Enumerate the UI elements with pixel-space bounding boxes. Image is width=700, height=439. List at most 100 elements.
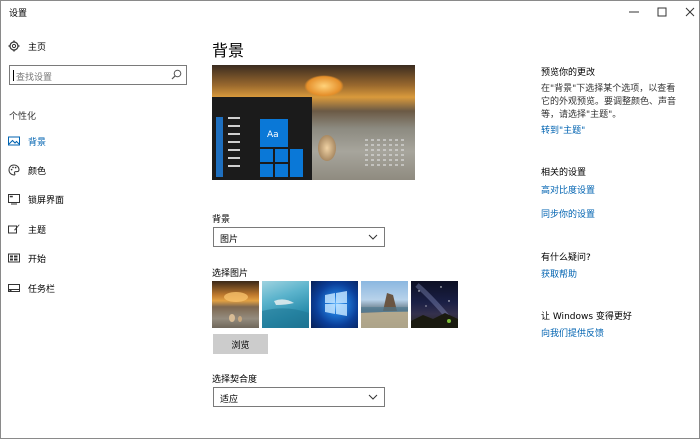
lock-screen-icon [8, 193, 20, 205]
preview-tile [260, 164, 273, 177]
windows-light-thumbnail-image [325, 291, 347, 316]
search-input[interactable]: 查找设置 [9, 65, 187, 85]
sidebar-item-themes[interactable]: 主题 [8, 220, 46, 238]
sidebar-item-lock-screen[interactable]: 锁屏界面 [8, 190, 64, 208]
improve-windows-heading: 让 Windows 变得更好 [541, 312, 632, 322]
preview-menu-line [228, 149, 240, 151]
preview-calendar-cell [383, 154, 386, 156]
get-help-link[interactable]: 获取帮助 [541, 267, 577, 280]
high-contrast-link[interactable]: 高对比度设置 [541, 183, 595, 196]
picture-thumbnail-swimmer[interactable] [262, 281, 309, 328]
preview-calendar-cell [383, 164, 386, 166]
sidebar-item-label: 任务栏 [28, 284, 56, 295]
preview-calendar-cell [395, 164, 398, 166]
go-to-themes-link[interactable]: 转到"主题" [541, 123, 585, 136]
background-label: 背景 [212, 215, 231, 225]
preview-calendar-cell [395, 159, 398, 161]
home-nav[interactable]: 主页 [8, 37, 46, 55]
preview-app-list [216, 117, 223, 177]
sidebar-item-taskbar[interactable]: 任务栏 [8, 279, 55, 297]
close-button[interactable] [675, 1, 700, 23]
sidebar-item-label: 主题 [28, 225, 47, 236]
preview-calendar-cell [371, 149, 374, 151]
close-icon [685, 7, 695, 17]
preview-calendar-cell [371, 144, 374, 146]
preview-calendar-cell [383, 149, 386, 151]
start-icon [8, 252, 20, 264]
page-title: 背景 [212, 41, 245, 60]
feedback-link[interactable]: 向我们提供反馈 [541, 326, 604, 339]
background-select-value: 图片 [220, 235, 239, 245]
preview-calendar-cell [377, 144, 380, 146]
preview-tile [275, 164, 288, 177]
preview-calendar-cell [401, 164, 404, 166]
preview-calendar-cell [389, 159, 392, 161]
picture-thumbnail-night-sky[interactable] [411, 281, 458, 328]
background-select[interactable]: 图片 [213, 227, 385, 247]
preview-calendar-cell [401, 154, 404, 156]
preview-changes-heading: 预览你的更改 [541, 68, 596, 78]
browse-button[interactable]: 浏览 [213, 334, 268, 354]
image-icon [8, 135, 20, 147]
picture-thumbnail-beach-rock[interactable] [361, 281, 408, 328]
preview-changes-text: 在"背景"下选择某个选项，以查看它的外观预览。要调整颜色、声音等，请选择"主题"… [541, 84, 677, 120]
preview-calendar-cell [371, 154, 374, 156]
picture-thumbnail-windows-light[interactable] [311, 281, 358, 328]
preview-calendar-cell [401, 144, 404, 146]
preview-calendar-cell [389, 149, 392, 151]
preview-calendar-cell [383, 139, 386, 141]
preview-calendar-cell [365, 159, 368, 161]
minimize-icon [629, 11, 639, 13]
picture-thumbnail-sunset[interactable] [212, 281, 259, 328]
preview-calendar-cell [389, 154, 392, 156]
search-placeholder: 查找设置 [16, 73, 53, 83]
preview-calendar-cell [401, 149, 404, 151]
preview-calendar-cell [395, 149, 398, 151]
sidebar-item-label: 背景 [28, 137, 47, 148]
preview-calendar-cell [401, 139, 404, 141]
preview-calendar-cell [371, 164, 374, 166]
sidebar-item-label: 锁屏界面 [28, 195, 65, 206]
chevron-down-icon [368, 393, 378, 404]
gear-icon [8, 40, 20, 52]
preview-calendar-cell [377, 154, 380, 156]
fit-select-value: 适应 [220, 395, 239, 405]
maximize-button[interactable] [647, 1, 677, 23]
swimmer-thumbnail-image [262, 299, 309, 328]
related-settings-heading: 相关的设置 [541, 168, 587, 178]
preview-calendar-cell [389, 139, 392, 141]
search-icon [171, 69, 182, 83]
choose-picture-label: 选择图片 [212, 269, 249, 279]
sidebar-item-background[interactable]: 背景 [8, 132, 46, 150]
preview-calendar-cell [389, 144, 392, 146]
title-bar: 设置 [1, 1, 699, 23]
preview-calendar-cell [395, 144, 398, 146]
preview-menu-line [228, 141, 240, 143]
preview-calendar-cell [377, 164, 380, 166]
sidebar-item-colors[interactable]: 颜色 [8, 161, 46, 179]
window-title: 设置 [9, 9, 28, 19]
preview-calendar [365, 133, 407, 169]
preview-menu-line [228, 125, 240, 127]
minimize-button[interactable] [619, 1, 649, 23]
palette-icon [8, 164, 20, 176]
preview-tile [290, 149, 303, 177]
preview-calendar-cell [401, 159, 404, 161]
fit-select[interactable]: 适应 [213, 387, 385, 407]
preview-calendar-cell [365, 139, 368, 141]
fit-label: 选择契合度 [212, 375, 258, 385]
preview-calendar-cell [365, 149, 368, 151]
sync-settings-link[interactable]: 同步你的设置 [541, 207, 595, 220]
preview-menu-line [228, 133, 240, 135]
preview-calendar-cell [389, 164, 392, 166]
sidebar-item-start[interactable]: 开始 [8, 249, 46, 267]
sidebar-item-label: 颜色 [28, 166, 47, 177]
preview-calendar-cell [377, 139, 380, 141]
preview-sun [304, 75, 344, 97]
preview-calendar-cell [365, 154, 368, 156]
text-caret [13, 70, 14, 81]
taskbar-icon [8, 282, 20, 294]
preview-menu-line [228, 165, 240, 167]
settings-window: 设置 主页 查找设置 个性化 背景 颜色 锁屏界面 主题 开始 任务栏 背景 A… [0, 0, 700, 439]
night-sky-thumbnail-image [411, 283, 458, 328]
